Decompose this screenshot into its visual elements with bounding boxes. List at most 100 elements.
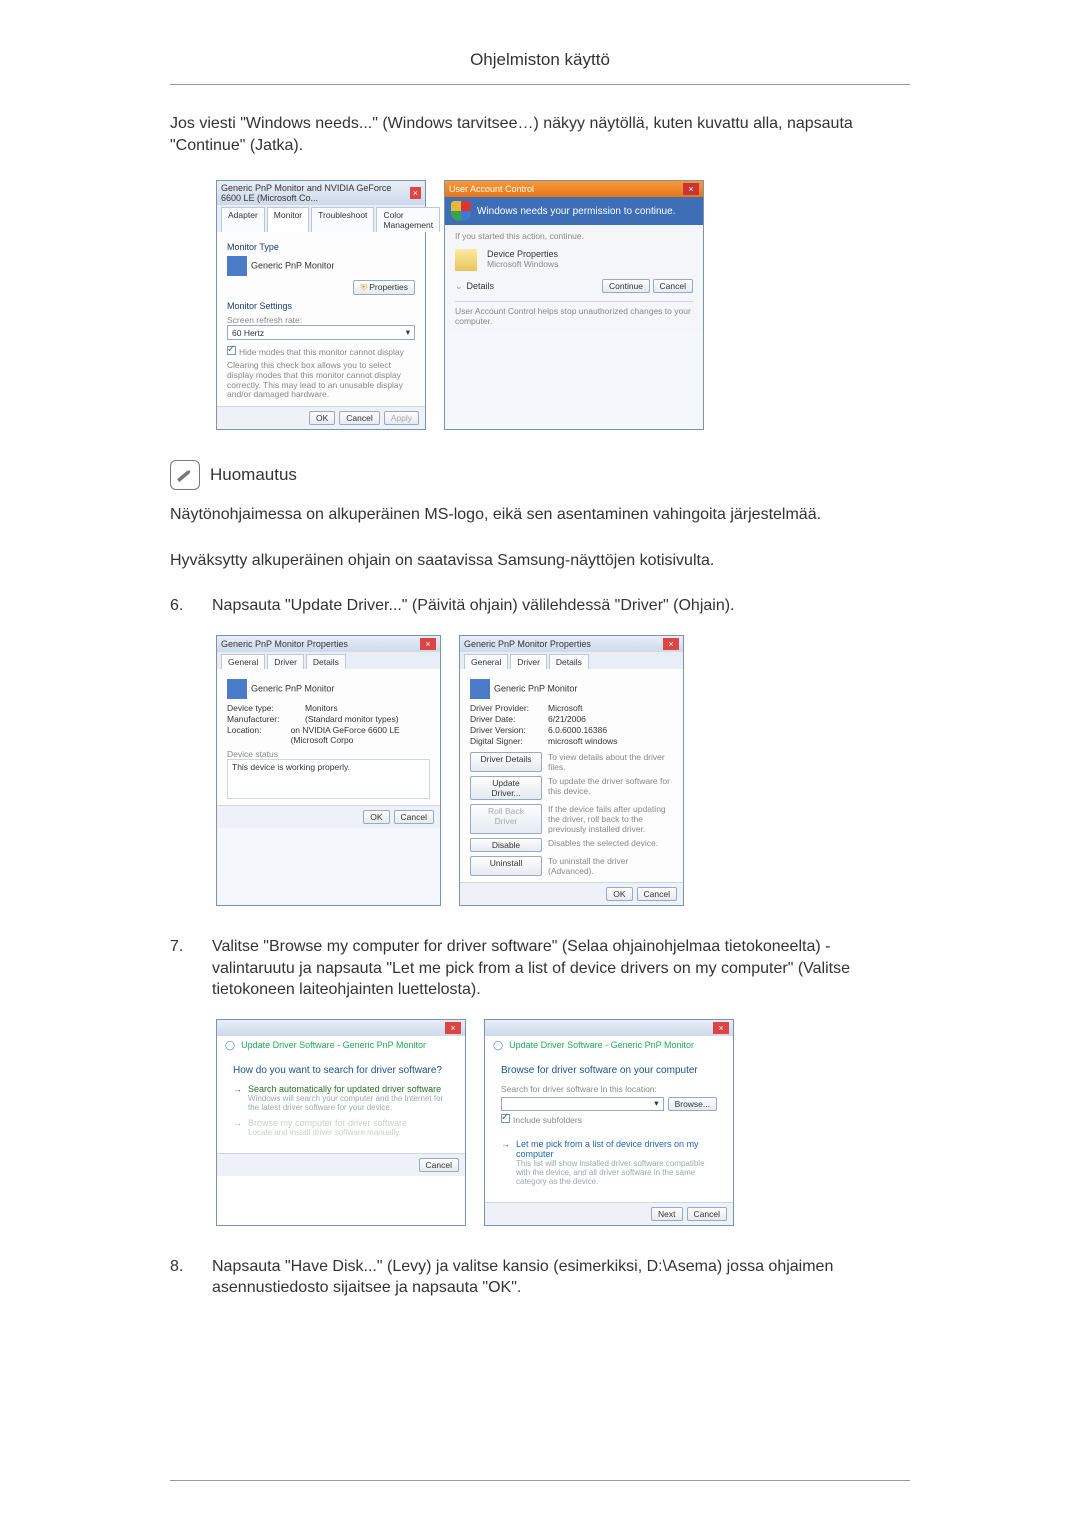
close-icon[interactable]: ×	[420, 638, 436, 650]
update-driver-desc: To update the driver software for this d…	[548, 776, 673, 800]
pencil-icon	[172, 463, 197, 488]
step-number: 8.	[170, 1256, 198, 1299]
option-auto-search[interactable]: → Search automatically for updated drive…	[233, 1084, 449, 1112]
shield-icon	[451, 201, 471, 221]
started-text: If you started this action, continue.	[455, 231, 693, 241]
monitor-icon	[227, 679, 247, 699]
footer-rule	[170, 1480, 910, 1481]
uninstall-button[interactable]: Uninstall	[470, 856, 542, 876]
update-driver-button[interactable]: Update Driver...	[470, 776, 542, 800]
apply-button[interactable]: Apply	[384, 411, 419, 425]
label: Location:	[227, 725, 285, 745]
titlebar: Generic PnP Monitor Properties ×	[460, 636, 683, 652]
rollback-driver-desc: If the device fails after updating the d…	[548, 804, 673, 834]
chevron-down-icon: ▾	[654, 1098, 658, 1109]
device-name: Generic PnP Monitor	[494, 683, 577, 693]
note-block: Huomautus	[170, 460, 910, 490]
titlebar: User Account Control ×	[445, 181, 703, 197]
wizard-question: How do you want to search for driver sof…	[233, 1065, 449, 1076]
step-6: 6. Napsauta "Update Driver..." (Päivitä …	[170, 595, 910, 617]
value: Microsoft	[548, 703, 582, 713]
back-icon[interactable]: ◯	[493, 1040, 503, 1051]
refresh-rate-label: Screen refresh rate:	[227, 315, 415, 325]
tab-details[interactable]: Details	[549, 654, 589, 669]
figure-row-1: Generic PnP Monitor and NVIDIA GeForce 6…	[216, 180, 910, 430]
breadcrumb: Update Driver Software - Generic PnP Mon…	[241, 1040, 426, 1050]
label: Driver Provider:	[470, 703, 542, 713]
step-text: Napsauta "Have Disk..." (Levy) ja valits…	[212, 1256, 910, 1299]
hide-modes-desc: Clearing this check box allows you to se…	[227, 361, 415, 400]
cancel-button[interactable]: Cancel	[637, 887, 677, 901]
cancel-button[interactable]: Cancel	[687, 1207, 727, 1221]
option-title: Search automatically for updated driver …	[248, 1084, 449, 1094]
program-name: Device Properties	[487, 249, 558, 259]
monitor-type-heading: Monitor Type	[227, 242, 415, 252]
step-7: 7. Valitse "Browse my computer for drive…	[170, 936, 910, 1001]
chevron-down-icon[interactable]: ⌄	[455, 281, 463, 292]
properties-button[interactable]: ⛨ Properties	[353, 280, 415, 295]
monitor-settings-heading: Monitor Settings	[227, 301, 415, 311]
cancel-button[interactable]: Cancel	[394, 810, 434, 824]
tab-adapter[interactable]: Adapter	[221, 207, 265, 232]
ok-button[interactable]: OK	[606, 887, 632, 901]
headline-band: Windows needs your permission to continu…	[445, 197, 703, 225]
option-title: Browse my computer for driver software	[248, 1118, 407, 1128]
update-driver-wizard-search: × ◯ Update Driver Software - Generic PnP …	[216, 1019, 466, 1226]
option-browse-computer[interactable]: → Browse my computer for driver software…	[233, 1118, 449, 1137]
tab-general[interactable]: General	[464, 654, 508, 669]
tab-general[interactable]: General	[221, 654, 265, 669]
close-icon[interactable]: ×	[683, 183, 699, 195]
include-subfolders-checkbox[interactable]	[501, 1114, 510, 1123]
browse-button[interactable]: Browse...	[668, 1097, 717, 1111]
ok-button[interactable]: OK	[363, 810, 389, 824]
back-icon[interactable]: ◯	[225, 1040, 235, 1051]
uac-dialog: User Account Control × Windows needs you…	[444, 180, 704, 430]
close-icon[interactable]: ×	[445, 1022, 461, 1034]
close-icon[interactable]: ×	[663, 638, 679, 650]
continue-button[interactable]: Continue	[602, 279, 650, 293]
update-driver-wizard-browse: × ◯Update Driver Software - Generic PnP …	[484, 1019, 734, 1226]
step-8: 8. Napsauta "Have Disk..." (Levy) ja val…	[170, 1256, 910, 1299]
label: Device type:	[227, 703, 299, 713]
label: Driver Date:	[470, 714, 542, 724]
tab-driver[interactable]: Driver	[510, 654, 547, 669]
tab-troubleshoot[interactable]: Troubleshoot	[311, 207, 374, 232]
tab-driver[interactable]: Driver	[267, 654, 304, 669]
option-pick-from-list[interactable]: → Let me pick from a list of device driv…	[501, 1139, 717, 1186]
path-input[interactable]: ▾	[501, 1097, 664, 1111]
ok-button[interactable]: OK	[309, 411, 335, 425]
details-toggle[interactable]: Details	[467, 281, 495, 291]
rollback-driver-button[interactable]: Roll Back Driver	[470, 804, 542, 834]
note-paragraph-2: Hyväksytty alkuperäinen ohjain on saatav…	[170, 550, 910, 572]
option-desc: Locate and install driver software manua…	[248, 1128, 407, 1137]
value: Monitors	[305, 703, 338, 713]
refresh-rate-select[interactable]: 60 Hertz▾	[227, 325, 415, 340]
include-subfolders-label: Include subfolders	[513, 1115, 582, 1125]
note-paragraph-1: Näytönohjaimessa on alkuperäinen MS-logo…	[170, 504, 910, 526]
step-number: 7.	[170, 936, 198, 1001]
device-name: Generic PnP Monitor	[251, 683, 334, 693]
step-text: Valitse "Browse my computer for driver s…	[212, 936, 910, 1001]
tab-details[interactable]: Details	[306, 654, 346, 669]
cancel-button[interactable]: Cancel	[339, 411, 379, 425]
close-icon[interactable]: ×	[410, 187, 421, 199]
figure-row-3: × ◯ Update Driver Software - Generic PnP …	[216, 1019, 910, 1226]
label: Manufacturer:	[227, 714, 299, 724]
chevron-down-icon: ▾	[406, 327, 410, 338]
close-icon[interactable]: ×	[713, 1022, 729, 1034]
tab-color-management[interactable]: Color Management	[376, 207, 440, 232]
window-title: Generic PnP Monitor Properties	[221, 639, 348, 649]
tab-monitor[interactable]: Monitor	[267, 207, 309, 232]
value: on NVIDIA GeForce 6600 LE (Microsoft Cor…	[291, 725, 430, 745]
driver-details-button[interactable]: Driver Details	[470, 752, 542, 772]
header-rule	[170, 84, 910, 85]
next-button[interactable]: Next	[651, 1207, 682, 1221]
hide-modes-checkbox[interactable]	[227, 346, 236, 355]
note-label: Huomautus	[210, 465, 297, 485]
intro-paragraph: Jos viesti "Windows needs..." (Windows t…	[170, 113, 910, 156]
driver-details-desc: To view details about the driver files.	[548, 752, 673, 772]
cancel-button[interactable]: Cancel	[419, 1158, 459, 1172]
disable-button[interactable]: Disable	[470, 838, 542, 852]
cancel-button[interactable]: Cancel	[653, 279, 693, 293]
headline-text: Windows needs your permission to continu…	[477, 206, 675, 217]
